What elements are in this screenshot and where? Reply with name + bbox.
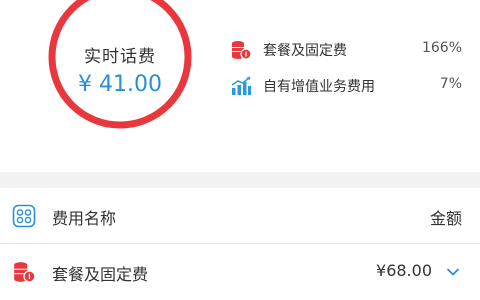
coin-stack-icon <box>12 260 36 284</box>
legend-item-value-added[interactable]: 自有增值业务费用 7% <box>230 72 470 98</box>
column-amount: 金额 <box>429 209 462 228</box>
fee-summary-section: 实时话费 ¥ 41.00 套餐及固定费 166% 自有增值业务费用 7% <box>0 0 480 172</box>
bill-page: 实时话费 ¥ 41.00 套餐及固定费 166% 自有增值业务费用 7% 费用名… <box>0 0 480 300</box>
legend-item-package[interactable]: 套餐及固定费 166% <box>230 36 470 62</box>
section-divider <box>0 172 480 188</box>
realtime-fee-total: ¥ 41.00 <box>78 72 162 97</box>
fee-table-header: 费用名称 金额 <box>0 188 480 244</box>
bar-chart-icon <box>230 75 252 97</box>
legend-label-value-added: 自有增值业务费用 <box>263 79 375 95</box>
chevron-down-icon[interactable] <box>446 264 460 278</box>
legend-label-package: 套餐及固定费 <box>263 43 347 59</box>
legend-percent-value-added: 7% <box>439 76 462 92</box>
fee-row-package[interactable]: 套餐及固定费 ¥68.00 <box>0 244 480 300</box>
fee-legend: 套餐及固定费 166% 自有增值业务费用 7% <box>230 36 470 108</box>
column-fee-name: 费用名称 <box>52 209 117 228</box>
fee-row-amount: ¥68.00 <box>376 261 432 280</box>
coin-stack-icon <box>230 39 252 61</box>
fee-list-icon <box>12 204 36 228</box>
realtime-fee-title: 实时话费 <box>84 47 156 67</box>
legend-percent-package: 166% <box>421 40 462 56</box>
fee-ring-chart: 实时话费 ¥ 41.00 <box>45 0 195 132</box>
fee-row-name: 套餐及固定费 <box>52 265 149 284</box>
